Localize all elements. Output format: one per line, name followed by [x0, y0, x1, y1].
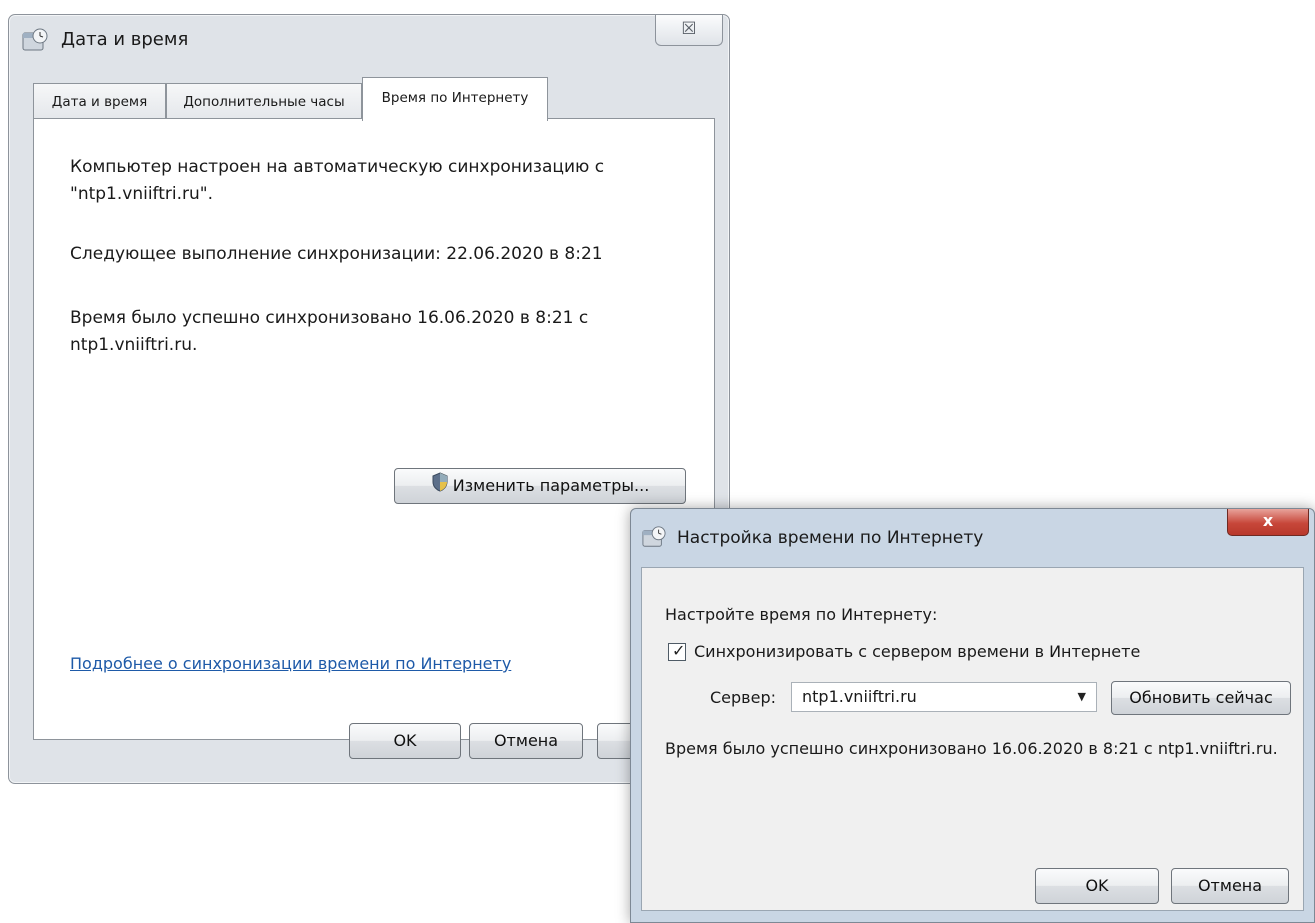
datetime-clock-icon	[21, 27, 49, 53]
internet-time-settings-dialog: Настройка времени по Интернету x Настрой…	[630, 508, 1315, 923]
last-sync-text: Время было успешно синхронизовано 16.06.…	[70, 308, 589, 355]
date-time-titlebar[interactable]: Дата и время	[9, 15, 729, 63]
change-settings-button[interactable]: Изменить параметры...	[394, 468, 686, 504]
ok-button[interactable]: OK	[349, 723, 461, 759]
sync-checkbox-label[interactable]: Синхронизировать с сервером времени в Ин…	[694, 642, 1140, 661]
server-value: ntp1.vniiftri.ru	[802, 687, 917, 706]
window-title: Дата и время	[61, 29, 189, 50]
more-info-link[interactable]: Подробнее о синхронизации времени по Инт…	[70, 654, 511, 673]
next-sync-text: Следующее выполнение синхронизации: 22.0…	[70, 244, 603, 264]
update-now-button[interactable]: Обновить сейчас	[1111, 681, 1291, 715]
cancel-button[interactable]: Отмена	[469, 723, 583, 759]
tab-date-time[interactable]: Дата и время	[33, 83, 166, 121]
tab-additional-clocks[interactable]: Дополнительные часы	[166, 83, 362, 121]
ok-button[interactable]: OK	[1035, 868, 1159, 904]
internet-time-panel: Компьютер настроен на автоматическую син…	[33, 118, 715, 740]
change-settings-label: Изменить параметры...	[452, 476, 650, 495]
checkmark-icon: ✓	[672, 641, 686, 660]
cancel-button[interactable]: Отмена	[1171, 868, 1289, 904]
server-combobox[interactable]: ntp1.vniiftri.ru ▼	[791, 682, 1097, 712]
dialog-title: Настройка времени по Интернету	[677, 528, 984, 548]
uac-shield-icon	[431, 470, 449, 504]
date-time-window: Дата и время ☒ Дата и время Дополнительн…	[8, 14, 730, 784]
sync-info-line-1: Компьютер настроен на автоматическую син…	[70, 157, 605, 177]
close-icon[interactable]: x	[1227, 509, 1309, 536]
dialog-client-area: Настройте время по Интернету: ✓ Синхрони…	[641, 567, 1304, 911]
close-button[interactable]: ☒	[655, 15, 723, 46]
sync-info-line-2: "ntp1.vniiftri.ru".	[70, 184, 214, 204]
settings-heading: Настройте время по Интернету:	[665, 605, 938, 624]
sync-checkbox[interactable]: ✓	[668, 641, 686, 661]
tab-internet-time[interactable]: Время по Интернету	[362, 77, 548, 121]
sync-status-text: Время было успешно синхронизовано 16.06.…	[665, 739, 1278, 758]
chevron-down-icon[interactable]: ▼	[1078, 683, 1086, 711]
datetime-clock-icon	[641, 525, 667, 549]
server-label: Сервер:	[710, 688, 776, 707]
